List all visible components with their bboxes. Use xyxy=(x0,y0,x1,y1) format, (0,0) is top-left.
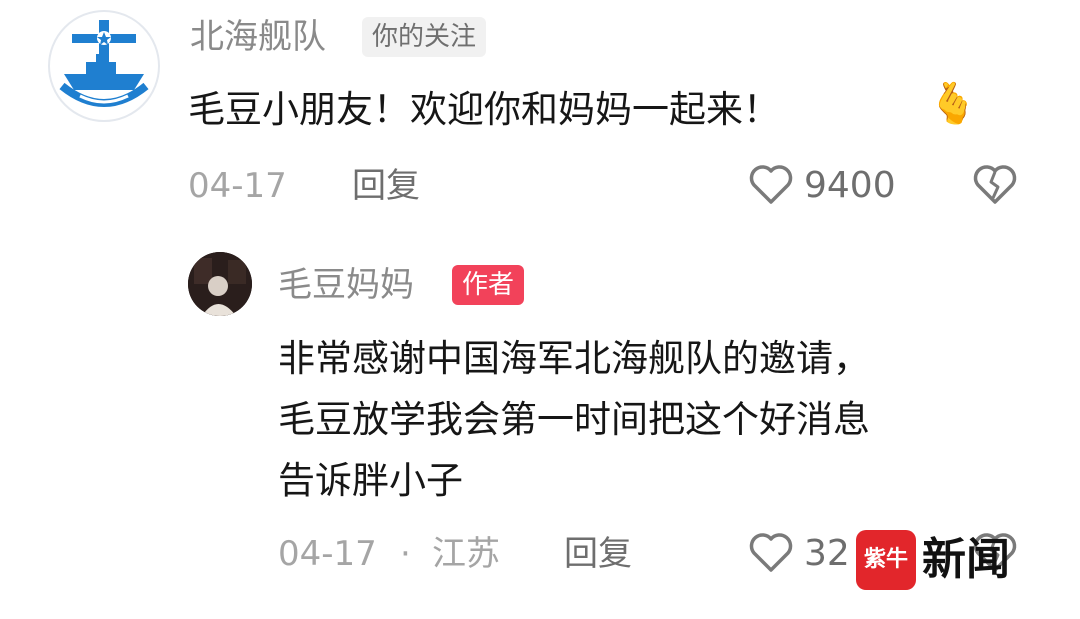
like-count: 9400 xyxy=(804,165,896,206)
avatar-photo xyxy=(188,252,252,316)
comment-date: 04-17 xyxy=(188,166,287,206)
avatar-maodou-mom[interactable] xyxy=(188,252,252,316)
like-button[interactable] xyxy=(748,162,794,208)
following-tag: 你的关注 xyxy=(362,17,487,57)
reply-text-line: 非常感谢中国海军北海舰队的邀请， xyxy=(278,337,870,380)
meta-separator: · xyxy=(400,534,411,574)
comment-text: 毛豆小朋友！欢迎你和妈妈一起来！ xyxy=(188,88,780,131)
reply-text-line: 毛豆放学我会第一时间把这个好消息 xyxy=(278,398,870,441)
author-tag: 作者 xyxy=(452,265,525,305)
news-watermark: 紫牛 新闻 xyxy=(856,528,1010,592)
comment-author-name[interactable]: 北海舰队 xyxy=(190,17,326,57)
reply-button[interactable]: 回复 xyxy=(564,532,632,576)
watermark-text: 新闻 xyxy=(922,534,1010,585)
like-button[interactable] xyxy=(748,530,794,576)
reply-button[interactable]: 回复 xyxy=(352,164,420,208)
watermark-logo: 紫牛 xyxy=(856,530,916,590)
dislike-button[interactable] xyxy=(972,162,1018,208)
avatar-beihai-fleet[interactable] xyxy=(48,10,160,122)
broken-heart-icon xyxy=(973,165,1017,204)
heart-icon xyxy=(749,165,793,204)
reply-location: 江苏 xyxy=(432,534,500,574)
reply-author-name[interactable]: 毛豆妈妈 xyxy=(278,265,414,305)
finger-heart-emoji: 🫰 xyxy=(928,81,978,127)
reply-date: 04-17 xyxy=(278,534,377,574)
reply-text-line: 告诉胖小子 xyxy=(278,459,463,502)
heart-icon xyxy=(749,533,793,572)
like-count: 32 xyxy=(804,533,850,574)
navy-emblem-icon xyxy=(59,20,149,107)
